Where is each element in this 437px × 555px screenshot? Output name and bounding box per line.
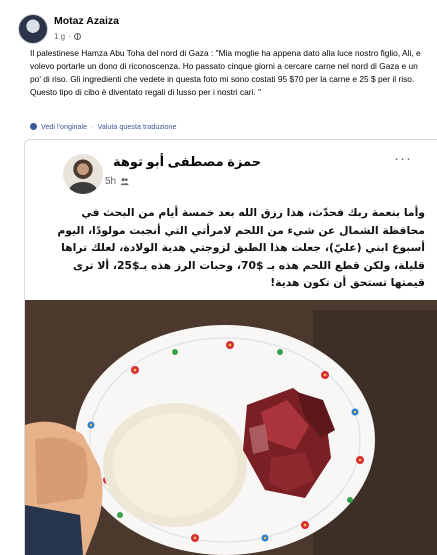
embedded-post-time[interactable]: 5h: [105, 176, 116, 187]
plate-photo[interactable]: [25, 300, 437, 555]
avatar[interactable]: [18, 14, 48, 44]
post-meta: 1 g ·: [54, 32, 81, 41]
translate-icon: [30, 123, 37, 130]
privacy-dot: ·: [68, 32, 71, 41]
separator: ·: [91, 122, 94, 131]
friends-icon[interactable]: [73, 33, 81, 40]
see-original-link[interactable]: Vedi l'originale: [41, 122, 87, 131]
embedded-avatar[interactable]: [63, 154, 103, 194]
embedded-author-name[interactable]: حمزة مصطفى أبو توهة: [113, 154, 261, 170]
friends-icon[interactable]: [120, 177, 129, 186]
author-name[interactable]: Motaz Azaiza: [54, 15, 119, 27]
facebook-post: Motaz Azaiza 1 g · Il palestinese Hamza …: [0, 0, 437, 555]
embedded-post-meta: 5h: [105, 176, 129, 187]
post-caption: Il palestinese Hamza Abu Toha del nord d…: [30, 48, 421, 97]
embedded-post-text: وأما بنعمة ربك فحدّث، هذا رزق الله بعد خ…: [57, 206, 425, 289]
rate-translation-link[interactable]: Valuta questa traduzione: [98, 122, 177, 131]
more-icon[interactable]: ···: [394, 151, 412, 166]
translation-row: Vedi l'originale · Valuta questa traduzi…: [30, 122, 177, 131]
post-time[interactable]: 1 g: [54, 32, 65, 41]
embedded-post: حمزة مصطفى أبو توهة 5h ··· وأما بنعمة رب…: [24, 139, 437, 555]
